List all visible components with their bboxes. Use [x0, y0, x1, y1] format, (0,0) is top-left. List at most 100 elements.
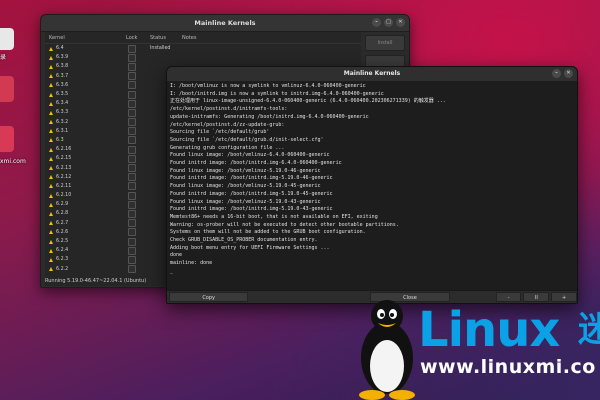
lock-checkbox[interactable]	[128, 136, 136, 145]
terminal-line: done	[170, 252, 183, 259]
kernel-cell: 6.2.10	[45, 193, 126, 198]
warning-icon	[49, 193, 53, 198]
lock-cell	[126, 145, 150, 154]
kernel-cell: 6.3.4	[45, 101, 126, 106]
kernel-cell: 6.3.5	[45, 92, 126, 97]
terminal-line: Found linux image: /boot/vmlinuz-6.4.0-0…	[170, 152, 330, 159]
kernel-version: 6.2.16	[56, 147, 72, 153]
desktop-icon-app2[interactable]	[0, 126, 14, 152]
lock-checkbox[interactable]	[128, 44, 136, 53]
warning-icon	[49, 120, 53, 125]
lock-checkbox[interactable]	[128, 90, 136, 99]
close-icon[interactable]: ✕	[396, 18, 405, 27]
table-row[interactable]: 6.4 Installed	[45, 44, 361, 53]
kernel-version: 6.3.9	[56, 55, 69, 61]
warning-icon	[49, 202, 53, 207]
lock-checkbox[interactable]	[128, 145, 136, 154]
lock-cell	[126, 219, 150, 228]
minimize-icon[interactable]: –	[372, 18, 381, 27]
zoom-in-button[interactable]: +	[551, 292, 577, 302]
warning-icon	[49, 147, 53, 152]
terminal-line: Found linux image: /boot/vmlinuz-5.19.0-…	[170, 167, 321, 174]
watermark-cn: 迷	[578, 310, 600, 350]
kernel-cell: 6.2.4	[45, 248, 126, 253]
terminal-line: update-initramfs: Generating /boot/initr…	[170, 113, 369, 120]
warning-icon	[49, 83, 53, 88]
lock-checkbox[interactable]	[128, 173, 136, 182]
kernel-version: 6.2.9	[56, 202, 69, 208]
copy-button[interactable]: Copy	[169, 292, 249, 302]
maximize-icon[interactable]: □	[384, 18, 393, 27]
header-lock[interactable]: Lock	[126, 35, 150, 41]
kernel-version: 6.4	[56, 46, 64, 52]
lock-checkbox[interactable]	[128, 228, 136, 237]
lock-checkbox[interactable]	[128, 265, 136, 274]
kernel-version: 6.3.7	[56, 73, 69, 79]
header-kernel[interactable]: Kernel	[45, 35, 126, 41]
kernel-cell: 6.2.6	[45, 230, 126, 235]
lock-checkbox[interactable]	[128, 246, 136, 255]
warning-icon	[49, 138, 53, 143]
warning-icon	[49, 175, 53, 180]
pause-button[interactable]: II	[523, 292, 550, 302]
kernel-version: 6.2.4	[56, 248, 69, 254]
kernel-version: 6.3.4	[56, 101, 69, 107]
kernel-version: 6.2.11	[56, 183, 72, 189]
lock-cell	[126, 62, 150, 71]
desktop-icon-folder[interactable]	[0, 28, 14, 50]
lock-checkbox[interactable]	[128, 200, 136, 209]
lock-checkbox[interactable]	[128, 209, 136, 218]
lock-cell	[126, 200, 150, 209]
desktop-icon-app[interactable]	[0, 76, 14, 102]
lock-cell	[126, 118, 150, 127]
kernel-version: 6.3.2	[56, 119, 69, 125]
lock-checkbox[interactable]	[128, 237, 136, 246]
terminal-line: Sourcing file `/etc/default/grub.d/init-…	[170, 136, 324, 143]
lock-checkbox[interactable]	[128, 108, 136, 117]
warning-icon	[49, 129, 53, 134]
warning-icon	[49, 74, 53, 79]
lock-checkbox[interactable]	[128, 72, 136, 81]
terminal-line: Memtest86+ needs a 16-bit boot, that is …	[170, 213, 378, 220]
terminal-line: /etc/kernel/postinst.d/initramfs-tools:	[170, 106, 288, 113]
lock-checkbox[interactable]	[128, 118, 136, 127]
lock-checkbox[interactable]	[128, 219, 136, 228]
close-icon[interactable]: ✕	[564, 69, 573, 78]
lock-checkbox[interactable]	[128, 127, 136, 136]
warning-icon	[49, 230, 53, 235]
lock-cell	[126, 81, 150, 90]
lock-checkbox[interactable]	[128, 154, 136, 163]
watermark-url: www.linuxmi.co	[420, 356, 596, 378]
table-header: Kernel Lock Status Notes	[45, 32, 361, 44]
lock-checkbox[interactable]	[128, 182, 136, 191]
kernel-cell: 6.2.8	[45, 211, 126, 216]
status-bar: Running 5.19.0-46.47~22.04.1 (Ubuntu)	[45, 278, 147, 284]
lock-cell	[126, 164, 150, 173]
lock-cell	[126, 265, 150, 274]
minimize-icon[interactable]: –	[552, 69, 561, 78]
table-row[interactable]: 6.3.9	[45, 53, 361, 62]
kernel-cell: 6.2.11	[45, 184, 126, 189]
lock-checkbox[interactable]	[128, 255, 136, 264]
lock-checkbox[interactable]	[128, 62, 136, 71]
kernel-cell: 6.2.5	[45, 239, 126, 244]
kernel-cell: 6.2.3	[45, 257, 126, 262]
warning-icon	[49, 46, 53, 51]
lock-checkbox[interactable]	[128, 99, 136, 108]
kernel-version: 6.3.6	[56, 82, 69, 88]
terminal-line: Found linux image: /boot/vmlinuz-5.19.0-…	[170, 198, 321, 205]
header-status[interactable]: Status	[150, 35, 182, 41]
lock-checkbox[interactable]	[128, 164, 136, 173]
zoom-out-button[interactable]: -	[495, 292, 522, 302]
kernel-version: 6.2.3	[56, 257, 69, 263]
lock-checkbox[interactable]	[128, 191, 136, 200]
terminal-line: Generating grub configuration file ...	[170, 144, 285, 151]
lock-checkbox[interactable]	[128, 53, 136, 62]
warning-icon	[49, 166, 53, 171]
install-button[interactable]: Install	[365, 35, 405, 51]
watermark-linux: Linux	[418, 302, 560, 358]
lock-checkbox[interactable]	[128, 81, 136, 90]
header-notes[interactable]: Notes	[182, 35, 361, 41]
kernel-version: 6.2.6	[56, 229, 69, 235]
kernel-version: 6.2.8	[56, 211, 69, 217]
